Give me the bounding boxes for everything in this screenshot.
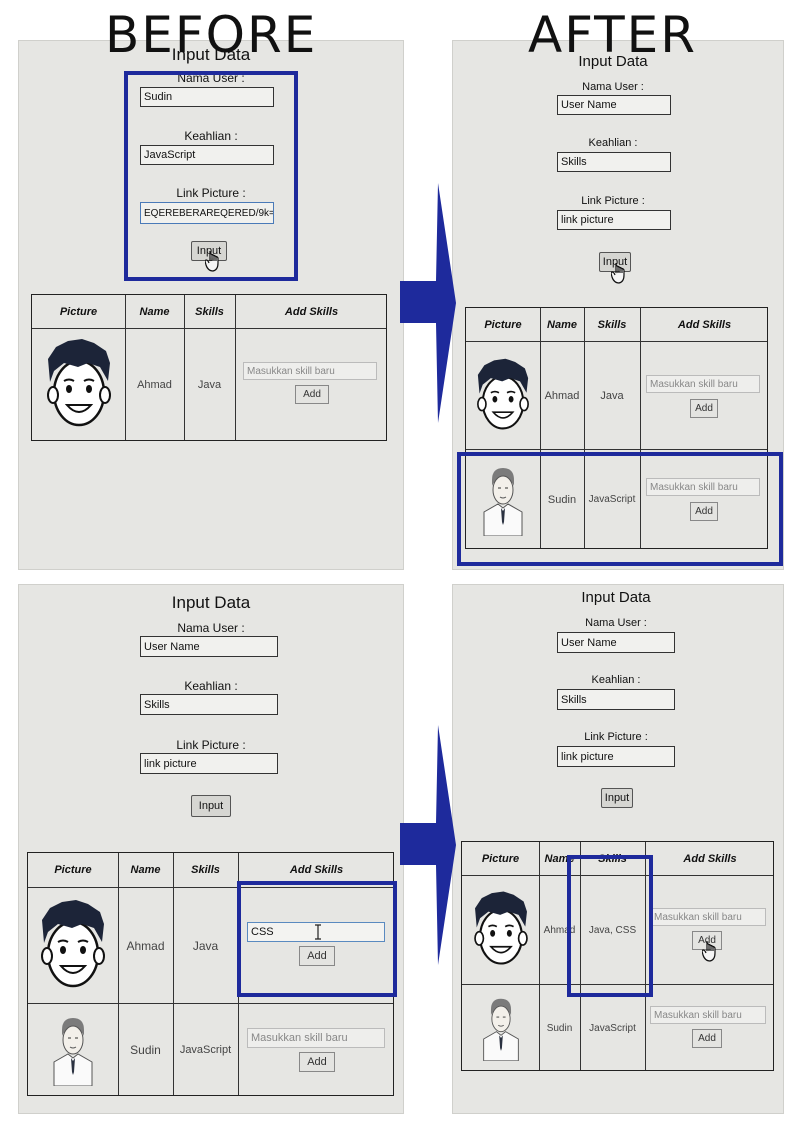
name-field[interactable]: User Name [557, 632, 675, 653]
input-button[interactable]: Input [601, 788, 633, 808]
add-skill-button[interactable]: Add [295, 385, 329, 404]
cell-skills-sudin: JavaScript [179, 1044, 232, 1056]
picture-field[interactable]: link picture [557, 746, 675, 767]
name-field[interactable]: User Name [140, 636, 278, 657]
picture-field[interactable]: link picture [557, 210, 671, 230]
avatar-ahmad [462, 876, 539, 984]
picture-label: Link Picture : [581, 195, 645, 207]
header-name: Name [130, 864, 161, 876]
header-add-skills: Add Skills [683, 852, 737, 865]
header-skills: Skills [191, 864, 220, 876]
avatar-ahmad [32, 329, 125, 441]
panel-before-add-skill: Input Data Nama User : User Name Keahlia… [18, 584, 404, 1114]
header-picture: Picture [59, 305, 98, 318]
panel-before-input: Input Data Nama User : Sudin Keahlian : … [18, 40, 404, 570]
cell-skills-ahmad: Java [600, 389, 624, 402]
skill-label: Keahlian : [591, 674, 641, 686]
header-add-skills: Add Skills [284, 305, 339, 318]
sketch-man-avatar [53, 1018, 93, 1086]
hand-cursor-icon [702, 941, 716, 962]
header-name: Name [547, 318, 577, 331]
header-name: Name [139, 305, 170, 318]
new-skill-input[interactable]: Masukkan skill baru [650, 908, 766, 926]
arrow-right-icon [400, 725, 456, 965]
new-skill-input[interactable]: Masukkan skill baru [646, 375, 760, 393]
highlight-new-row [457, 452, 783, 566]
header-picture: Picture [484, 318, 522, 331]
page-title: Input Data [581, 589, 651, 606]
cell-skills-ahmad: Java [192, 938, 219, 953]
users-table: Picture Name Skills Add Skills Ahmad Jav… [31, 294, 387, 441]
skill-field[interactable]: Skills [557, 689, 675, 710]
picture-label: Link Picture : [584, 731, 648, 743]
cell-name-ahmad: Ahmad [137, 379, 172, 391]
new-skill-input[interactable]: Masukkan skill baru [243, 362, 377, 380]
panel-after-input: Input Data Nama User : User Name Keahlia… [452, 40, 784, 570]
skill-label: Keahlian : [184, 679, 238, 693]
avatar-ahmad [28, 888, 118, 1003]
name-label: Nama User : [582, 81, 644, 93]
header-skills: Skills [195, 305, 224, 318]
header-skills: Skills [597, 318, 627, 331]
cartoon-face-avatar [46, 339, 111, 427]
page-title: Input Data [171, 593, 251, 612]
cell-name-ahmad: Ahmad [544, 389, 580, 402]
header-picture: Picture [481, 852, 520, 865]
header-picture: Picture [54, 864, 92, 876]
cartoon-face-avatar [473, 891, 528, 965]
panel-after-add-skill: Input Data Nama User : User Name Keahlia… [452, 584, 784, 1114]
avatar-sudin [462, 985, 539, 1071]
add-skill-button[interactable]: Add [692, 1029, 722, 1048]
skill-field[interactable]: Skills [140, 694, 278, 715]
arrow-right-icon [400, 183, 456, 423]
cartoon-face-avatar [477, 358, 529, 429]
input-button[interactable]: Input [191, 795, 231, 817]
avatar-ahmad [466, 342, 540, 449]
skill-label: Keahlian : [588, 137, 638, 149]
after-label: AFTER [528, 6, 697, 64]
avatar-sudin [28, 1004, 118, 1096]
before-label: BEFORE [105, 6, 318, 64]
cell-name-sudin: Sudin [546, 1022, 573, 1034]
sketch-man-avatar [482, 998, 519, 1061]
cell-skills-ahmad: Java [197, 379, 222, 391]
cell-name-ahmad: Ahmad [126, 938, 165, 953]
name-field[interactable]: User Name [557, 95, 671, 115]
text-cursor-icon [315, 924, 321, 940]
add-skill-button[interactable]: Add [299, 1052, 335, 1072]
highlight-skills-column [567, 855, 653, 997]
header-add-skills: Add Skills [677, 318, 732, 331]
picture-field[interactable]: link picture [140, 753, 278, 774]
new-skill-input[interactable]: Masukkan skill baru [247, 1028, 385, 1048]
name-label: Nama User : [177, 621, 245, 635]
add-skill-button[interactable]: Add [690, 399, 718, 418]
hand-cursor-icon [611, 263, 625, 284]
name-label: Nama User : [585, 617, 647, 629]
hand-cursor-icon [205, 251, 219, 272]
picture-label: Link Picture : [176, 738, 246, 752]
cell-name-sudin: Sudin [130, 1043, 161, 1057]
new-skill-input[interactable]: Masukkan skill baru [650, 1006, 766, 1024]
skill-field[interactable]: Skills [557, 152, 671, 172]
cell-skills-sudin: JavaScript [589, 1022, 636, 1034]
cartoon-face-avatar [41, 899, 105, 987]
